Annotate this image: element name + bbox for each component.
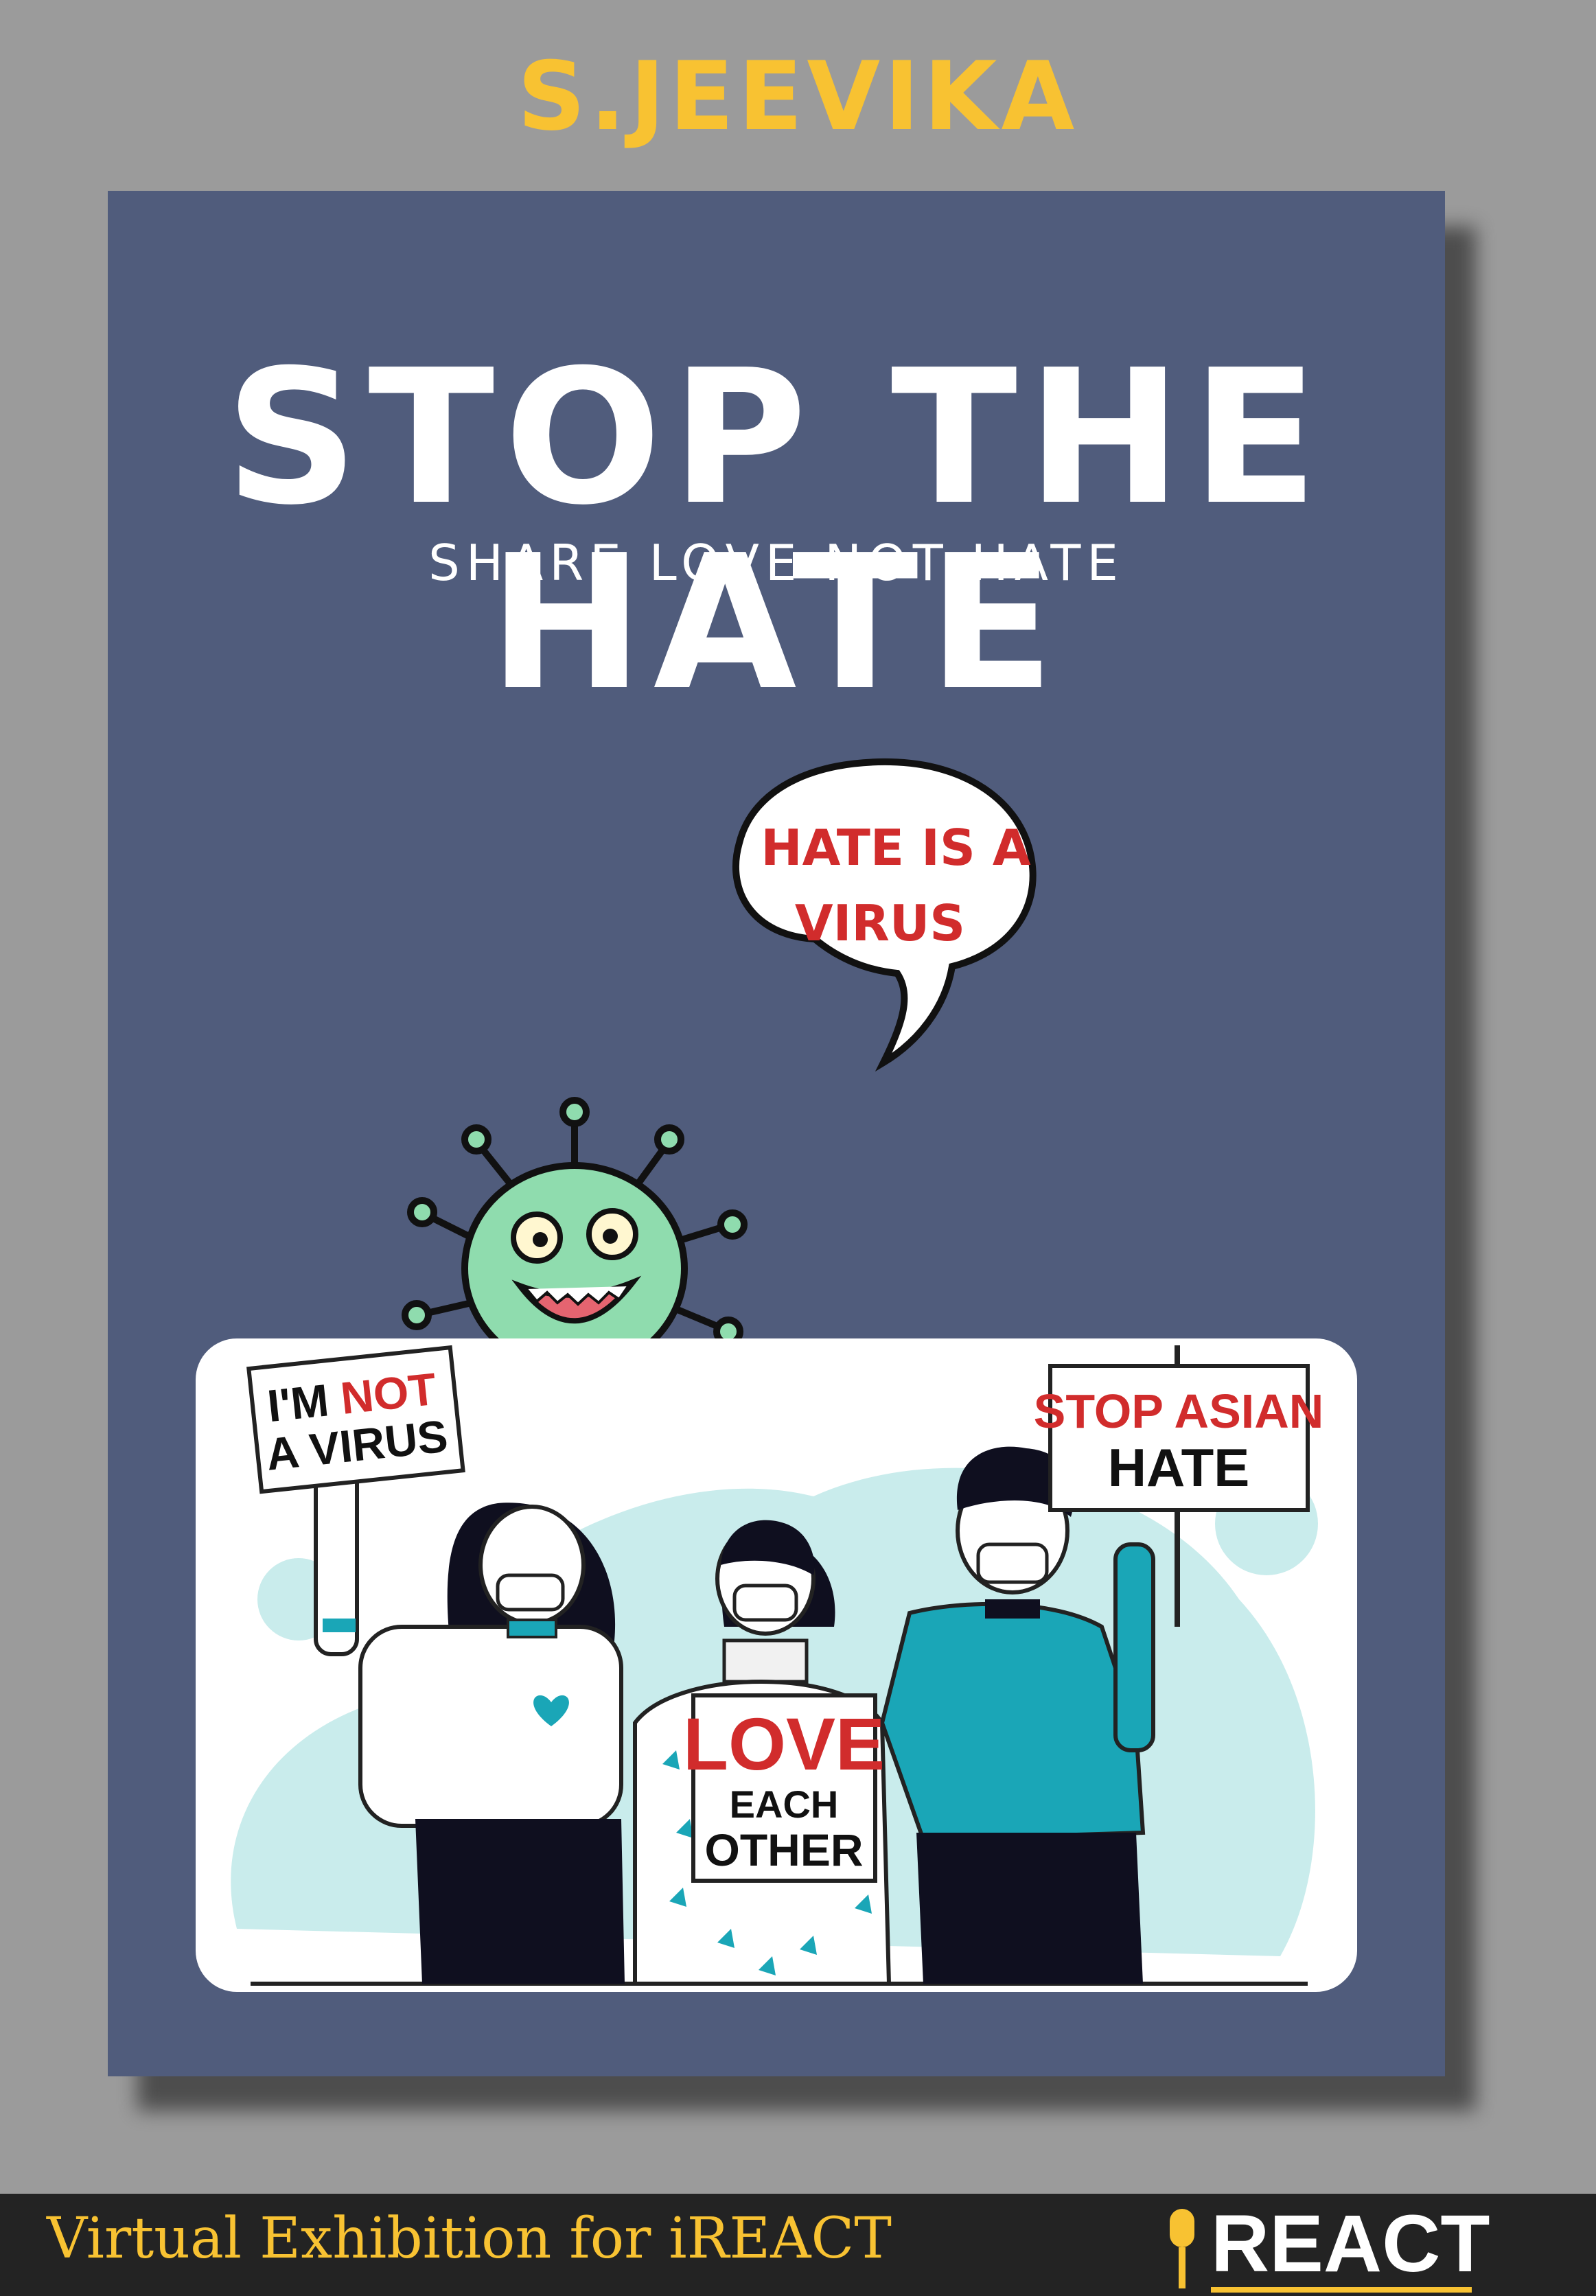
sign-right: STOP ASIAN HATE xyxy=(1034,1364,1324,1512)
sign-center: LOVE EACH OTHER xyxy=(683,1693,885,1883)
poster-subtitle: SHARE LOVE NOT HATE xyxy=(428,534,1124,592)
footer-bar: Virtual Exhibition for iREACT REACT xyxy=(0,2194,1596,2296)
speech-bubble: HATE IS A VIRUS xyxy=(732,758,1037,1072)
logo-text: REACT xyxy=(1211,2199,1490,2289)
footer-text: Virtual Exhibition for iREACT xyxy=(47,2206,892,2271)
sign-center-line2: EACH xyxy=(730,1783,839,1826)
sign-center-line3: OTHER xyxy=(705,1824,864,1875)
protest-illustration: I'M NOT A VIRUS STOP ASIAN HATE LOVE EAC… xyxy=(196,1338,1357,1992)
poster: STOP THE HATE SHARE LOVE NOT HATE HATE I… xyxy=(108,191,1445,2076)
logo-underline xyxy=(1211,2287,1472,2293)
bubble-line-1: HATE IS A xyxy=(761,819,1030,877)
microphone-icon xyxy=(1170,2209,1194,2288)
poster-title: STOP THE HATE xyxy=(224,329,1328,731)
sign-right-line2: HATE xyxy=(1108,1437,1250,1498)
sign-left: I'M NOT A VIRUS xyxy=(246,1345,465,1494)
sign-right-line1: STOP ASIAN xyxy=(1034,1384,1324,1438)
bubble-line-2: VIRUS xyxy=(795,894,965,952)
sign-center-line1: LOVE xyxy=(683,1702,885,1785)
ireact-logo: REACT xyxy=(1153,2201,1490,2293)
artist-name: S.JEEVIKA xyxy=(517,41,1079,152)
